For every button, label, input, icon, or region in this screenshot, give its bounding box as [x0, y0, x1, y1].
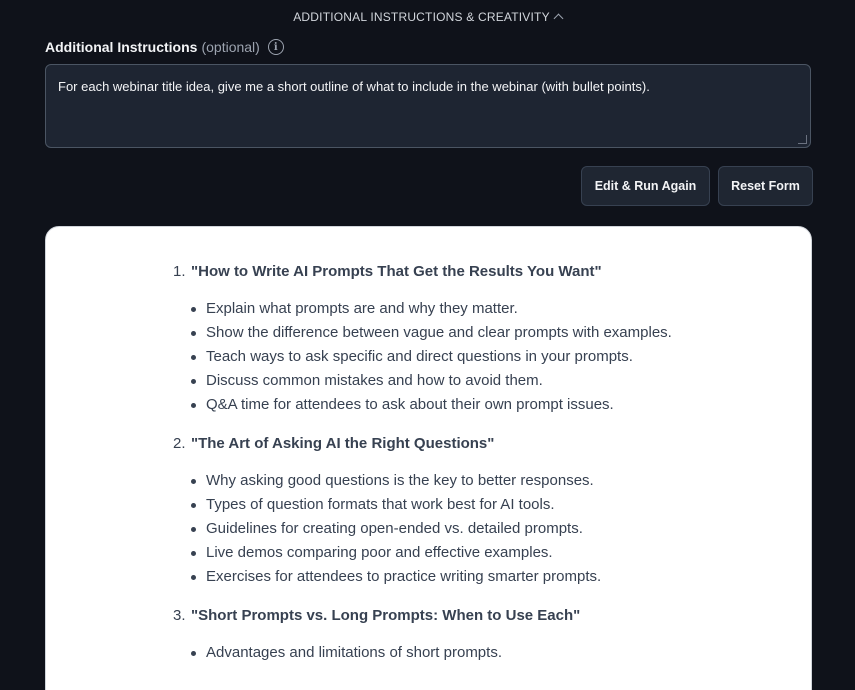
- result-item-title: 1. "How to Write AI Prompts That Get the …: [173, 261, 673, 283]
- result-item-title-text: "How to Write AI Prompts That Get the Re…: [191, 263, 602, 280]
- bullet-item: Guidelines for creating open-ended vs. d…: [191, 517, 673, 541]
- edit-run-again-button[interactable]: Edit & Run Again: [581, 166, 710, 206]
- info-icon[interactable]: i: [267, 39, 284, 55]
- bullet-item: Live demos comparing poor and effective …: [191, 541, 673, 565]
- creativity-section-toggle[interactable]: ADDITIONAL INSTRUCTIONS & CREATIVITY: [0, 10, 855, 24]
- result-item-title: 2. "The Art of Asking AI the Right Questi…: [173, 433, 673, 455]
- bullet-list: Why asking good questions is the key to …: [173, 469, 673, 589]
- result-card: 1. "How to Write AI Prompts That Get the …: [45, 226, 812, 690]
- bullet-item: Q&A time for attendees to ask about thei…: [191, 393, 673, 417]
- bullet-item: Explain what prompts are and why they ma…: [191, 297, 673, 321]
- bullet-list: Explain what prompts are and why they ma…: [173, 297, 673, 417]
- reset-form-button[interactable]: Reset Form: [718, 166, 813, 206]
- result-item: 3. "Short Prompts vs. Long Prompts: When …: [173, 605, 673, 665]
- bullet-item: Teach ways to ask specific and direct qu…: [191, 345, 673, 369]
- instructions-label-row: Additional Instructions (optional) i: [45, 39, 284, 55]
- result-list: 1. "How to Write AI Prompts That Get the …: [173, 261, 673, 681]
- result-item-number: 1.: [173, 263, 186, 280]
- section-title: ADDITIONAL INSTRUCTIONS & CREATIVITY: [293, 10, 550, 24]
- bullet-item: Exercises for attendees to practice writ…: [191, 565, 673, 589]
- additional-instructions-textarea[interactable]: For each webinar title idea, give me a s…: [45, 64, 811, 148]
- bullet-item: Discuss common mistakes and how to avoid…: [191, 369, 673, 393]
- instructions-label: Additional Instructions: [45, 39, 198, 55]
- bullet-item: Advantages and limitations of short prom…: [191, 641, 673, 665]
- result-item: 1. "How to Write AI Prompts That Get the …: [173, 261, 673, 417]
- instructions-value: For each webinar title idea, give me a s…: [58, 79, 650, 94]
- bullet-list: Advantages and limitations of short prom…: [173, 641, 673, 665]
- bullet-item: Show the difference between vague and cl…: [191, 321, 673, 345]
- result-item: 2. "The Art of Asking AI the Right Questi…: [173, 433, 673, 589]
- app-window: ADDITIONAL INSTRUCTIONS & CREATIVITY Add…: [0, 0, 855, 690]
- result-item-number: 2.: [173, 435, 186, 452]
- result-item-title: 3. "Short Prompts vs. Long Prompts: When …: [173, 605, 673, 627]
- optional-hint: (optional): [201, 39, 260, 55]
- result-item-title-text: "The Art of Asking AI the Right Question…: [191, 435, 495, 452]
- bullet-item: Types of question formats that work best…: [191, 493, 673, 517]
- resize-handle[interactable]: [798, 135, 807, 144]
- result-item-title-text: "Short Prompts vs. Long Prompts: When to…: [191, 607, 581, 624]
- bullet-item: Why asking good questions is the key to …: [191, 469, 673, 493]
- chevron-up-icon: [553, 13, 564, 24]
- result-item-number: 3.: [173, 607, 186, 624]
